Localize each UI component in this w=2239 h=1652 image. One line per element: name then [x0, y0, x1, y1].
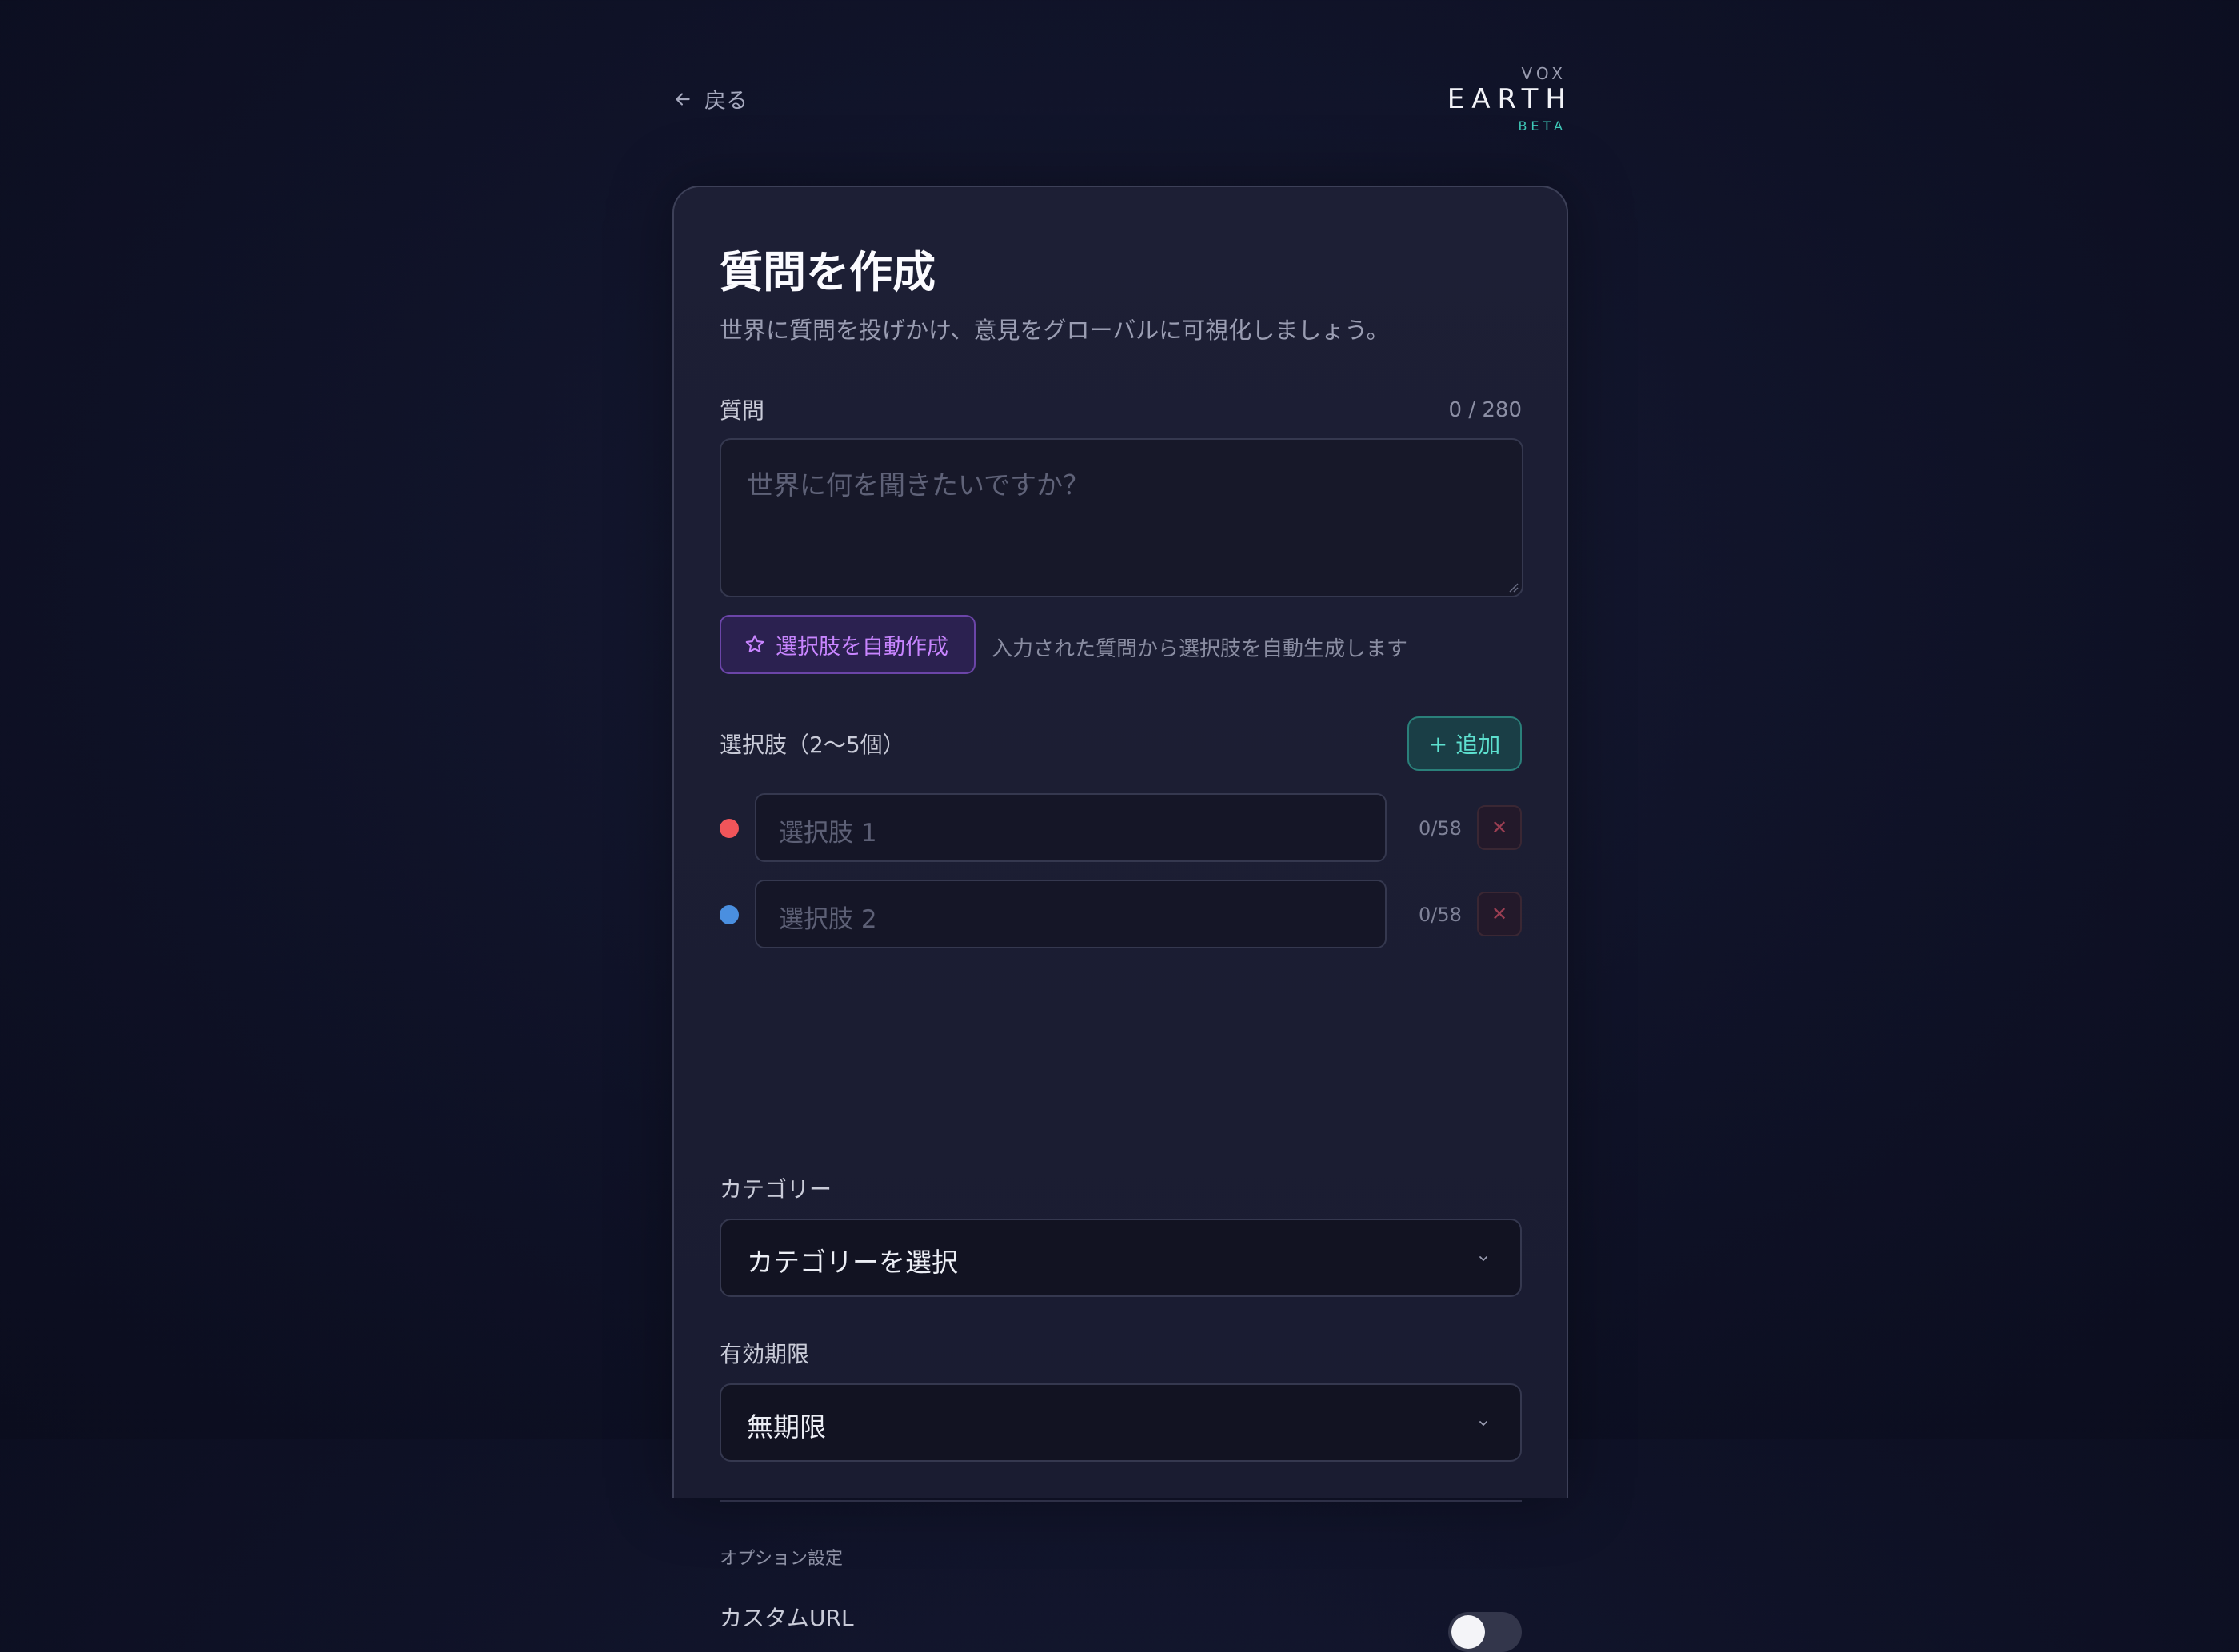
- option-color-dot: [720, 819, 739, 838]
- question-label: 質問: [720, 397, 765, 424]
- resize-handle-icon[interactable]: [1507, 581, 1519, 593]
- option-char-counter: 0/58: [1419, 817, 1462, 840]
- page-subtitle: 世界に質問を投げかけ、意見をグローバルに可視化しましょう。: [720, 317, 1390, 344]
- expiry-select[interactable]: 無期限: [720, 1383, 1522, 1462]
- option-input[interactable]: 選択肢 2: [755, 880, 1387, 948]
- option-row: 選択肢 2 0/58 ✕: [720, 880, 1522, 948]
- custom-url-label: カスタムURL: [720, 1605, 854, 1631]
- top-bar: 戻る VOX EARTH BETA: [672, 64, 1567, 144]
- logo-vox: VOX: [1521, 64, 1567, 83]
- question-placeholder: 世界に何を聞きたいですか？: [747, 469, 1090, 501]
- plus-icon: +: [1428, 730, 1448, 757]
- option-placeholder: 選択肢 1: [779, 819, 877, 848]
- toggle-knob: [1451, 1615, 1485, 1649]
- beta-badge: BETA: [1518, 118, 1567, 134]
- expiry-label: 有効期限: [720, 1341, 810, 1367]
- options-section-title: オプション設定: [720, 1549, 844, 1569]
- auto-generate-label: 選択肢を自動作成: [776, 634, 948, 660]
- arrow-left-icon: [676, 92, 690, 106]
- add-option-button[interactable]: + 追加: [1407, 716, 1522, 771]
- remove-option-button[interactable]: ✕: [1477, 805, 1522, 850]
- logo-earth: EARTH: [1447, 83, 1573, 115]
- auto-generate-options-button[interactable]: 選択肢を自動作成: [720, 615, 976, 674]
- back-link[interactable]: 戻る: [672, 83, 748, 114]
- question-textarea[interactable]: 世界に何を聞きたいですか？: [720, 438, 1523, 597]
- page-title: 質問を作成: [720, 247, 936, 297]
- category-selected-value: カテゴリーを選択: [747, 1247, 958, 1278]
- option-placeholder: 選択肢 2: [779, 905, 877, 934]
- section-divider: [720, 1500, 1522, 1502]
- logo: VOX EARTH BETA: [1447, 64, 1567, 136]
- add-option-label: 追加: [1455, 732, 1501, 758]
- custom-url-toggle[interactable]: [1448, 1612, 1522, 1652]
- question-char-counter: 0 / 280: [1448, 398, 1522, 422]
- option-color-dot: [720, 905, 739, 924]
- chevron-down-icon: [1479, 1421, 1487, 1426]
- option-input[interactable]: 選択肢 1: [755, 793, 1387, 862]
- options-label: 選択肢（2〜5個）: [720, 732, 905, 758]
- category-select[interactable]: カテゴリーを選択: [720, 1219, 1522, 1297]
- option-row: 選択肢 1 0/58 ✕: [720, 793, 1522, 862]
- auto-generate-hint: 入力された質問から選択肢を自動生成します: [992, 637, 1408, 661]
- close-icon: ✕: [1491, 816, 1508, 839]
- expiry-selected-value: 無期限: [747, 1411, 826, 1443]
- star-icon: [745, 635, 764, 653]
- close-icon: ✕: [1491, 903, 1508, 925]
- back-label: 戻る: [704, 89, 748, 114]
- remove-option-button[interactable]: ✕: [1477, 892, 1522, 936]
- category-label: カテゴリー: [720, 1176, 832, 1203]
- create-question-card: 質問を作成 世界に質問を投げかけ、意見をグローバルに可視化しましょう。 質問 0…: [672, 186, 1568, 1652]
- option-char-counter: 0/58: [1419, 904, 1462, 926]
- chevron-down-icon: [1479, 1256, 1487, 1261]
